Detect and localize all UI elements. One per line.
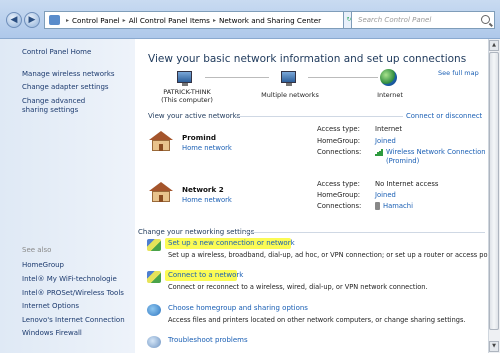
network-name: Network 2: [182, 185, 224, 194]
control-panel-icon: [49, 15, 60, 25]
new-connection-icon[interactable]: [147, 239, 161, 251]
hamachi-connection-link[interactable]: Hamachi: [375, 202, 413, 210]
main-content: View your basic network information and …: [135, 39, 500, 353]
setup-connection-link[interactable]: Set up a new connection or network: [168, 239, 295, 247]
home-network-icon: [149, 131, 173, 151]
connections-label: Connections:: [317, 148, 362, 156]
homegroup-joined-link[interactable]: Joined: [375, 137, 396, 145]
see-also-intel-wifi[interactable]: Intel® My WiFi-technologie: [22, 275, 132, 284]
homegroup-label: HomeGroup:: [317, 137, 361, 145]
home-network-icon: [149, 182, 173, 202]
network-name: Promind: [182, 133, 216, 142]
address-bar: ◀ ▶ ▸ Control Panel ▸ All Control Panel …: [0, 0, 500, 39]
map-link-line: [205, 77, 269, 78]
setup-connection-desc: Set up a wireless, broadband, dial-up, a…: [168, 251, 499, 259]
homegroup-sharing-desc: Access files and printers located on oth…: [168, 316, 466, 324]
wireless-connection-name[interactable]: (Promind): [386, 157, 419, 165]
map-networks-label: Multiple networks: [261, 91, 319, 99]
see-also-lenovo[interactable]: Lenovo's Internet Connection: [22, 316, 132, 325]
wired-connection-icon: [375, 202, 380, 210]
chevron-right-icon[interactable]: ▸: [123, 17, 126, 24]
connections-label: Connections:: [317, 202, 362, 210]
multiple-networks-icon[interactable]: [281, 71, 296, 86]
troubleshoot-icon[interactable]: [147, 336, 161, 348]
connect-network-icon[interactable]: [147, 271, 161, 283]
chevron-right-icon[interactable]: ▸: [66, 17, 69, 24]
breadcrumb-control-panel[interactable]: Control Panel: [72, 16, 120, 25]
sidebar-control-panel-home[interactable]: Control Panel Home: [22, 48, 132, 57]
homegroup-label: HomeGroup:: [317, 191, 361, 199]
scroll-down-icon[interactable]: ▼: [489, 341, 499, 352]
homegroup-joined-link[interactable]: Joined: [375, 191, 396, 199]
homegroup-sharing-link[interactable]: Choose homegroup and sharing options: [168, 304, 308, 312]
search-icon[interactable]: [481, 15, 490, 24]
wireless-signal-icon: [375, 148, 383, 156]
search-input[interactable]: Search Control Panel: [351, 11, 495, 29]
breadcrumb-network-center[interactable]: Network and Sharing Center: [219, 16, 321, 25]
breadcrumb-all-items[interactable]: All Control Panel Items: [129, 16, 210, 25]
scrollbar-thumb[interactable]: [489, 52, 499, 330]
active-networks-header: View your active networks: [148, 112, 241, 120]
see-full-map-link[interactable]: See full map: [438, 69, 479, 77]
settings-header: Change your networking settings: [138, 228, 255, 236]
network-type-link[interactable]: Home network: [182, 196, 232, 204]
see-also-header: See also: [22, 246, 52, 254]
see-also-intel-proset[interactable]: Intel® PROSet/Wireless Tools: [22, 289, 132, 298]
access-type-value: Internet: [375, 125, 402, 133]
search-placeholder: Search Control Panel: [358, 16, 432, 24]
back-arrow-icon[interactable]: ◀: [6, 12, 22, 28]
scroll-up-icon[interactable]: ▲: [489, 40, 499, 51]
see-also-internet-options[interactable]: Internet Options: [22, 302, 132, 311]
chevron-right-icon[interactable]: ▸: [213, 17, 216, 24]
access-type-value: No Internet access: [375, 180, 439, 188]
breadcrumb[interactable]: ▸ Control Panel ▸ All Control Panel Item…: [44, 11, 344, 29]
map-link-line: [308, 77, 378, 78]
see-also-homegroup[interactable]: HomeGroup: [22, 261, 132, 270]
wireless-connection-link[interactable]: Wireless Network Connection: [375, 148, 486, 156]
connect-network-desc: Connect or reconnect to a wireless, wire…: [168, 283, 428, 291]
forward-arrow-icon[interactable]: ▶: [24, 12, 40, 28]
sidebar-change-sharing[interactable]: Change advanced sharing settings: [22, 97, 112, 115]
globe-icon[interactable]: [380, 69, 397, 86]
computer-icon[interactable]: [177, 71, 192, 86]
connect-network-link[interactable]: Connect to a network: [168, 271, 243, 279]
access-type-label: Access type:: [317, 180, 360, 188]
troubleshoot-link[interactable]: Troubleshoot problems: [168, 336, 248, 344]
map-internet-label: Internet: [377, 91, 403, 99]
network-type-link[interactable]: Home network: [182, 144, 232, 152]
sidebar: Control Panel Home Manage wireless netwo…: [0, 39, 135, 353]
sidebar-manage-wireless[interactable]: Manage wireless networks: [22, 70, 132, 79]
homegroup-icon[interactable]: [147, 304, 161, 316]
page-title: View your basic network information and …: [148, 53, 467, 65]
sidebar-change-adapter[interactable]: Change adapter settings: [22, 83, 132, 92]
access-type-label: Access type:: [317, 125, 360, 133]
divider: [235, 116, 403, 117]
connect-disconnect-link[interactable]: Connect or disconnect: [406, 112, 482, 120]
see-also-firewall[interactable]: Windows Firewall: [22, 329, 132, 338]
map-computer-label: PATRICK-THINK (This computer): [161, 88, 213, 104]
divider: [245, 232, 485, 233]
